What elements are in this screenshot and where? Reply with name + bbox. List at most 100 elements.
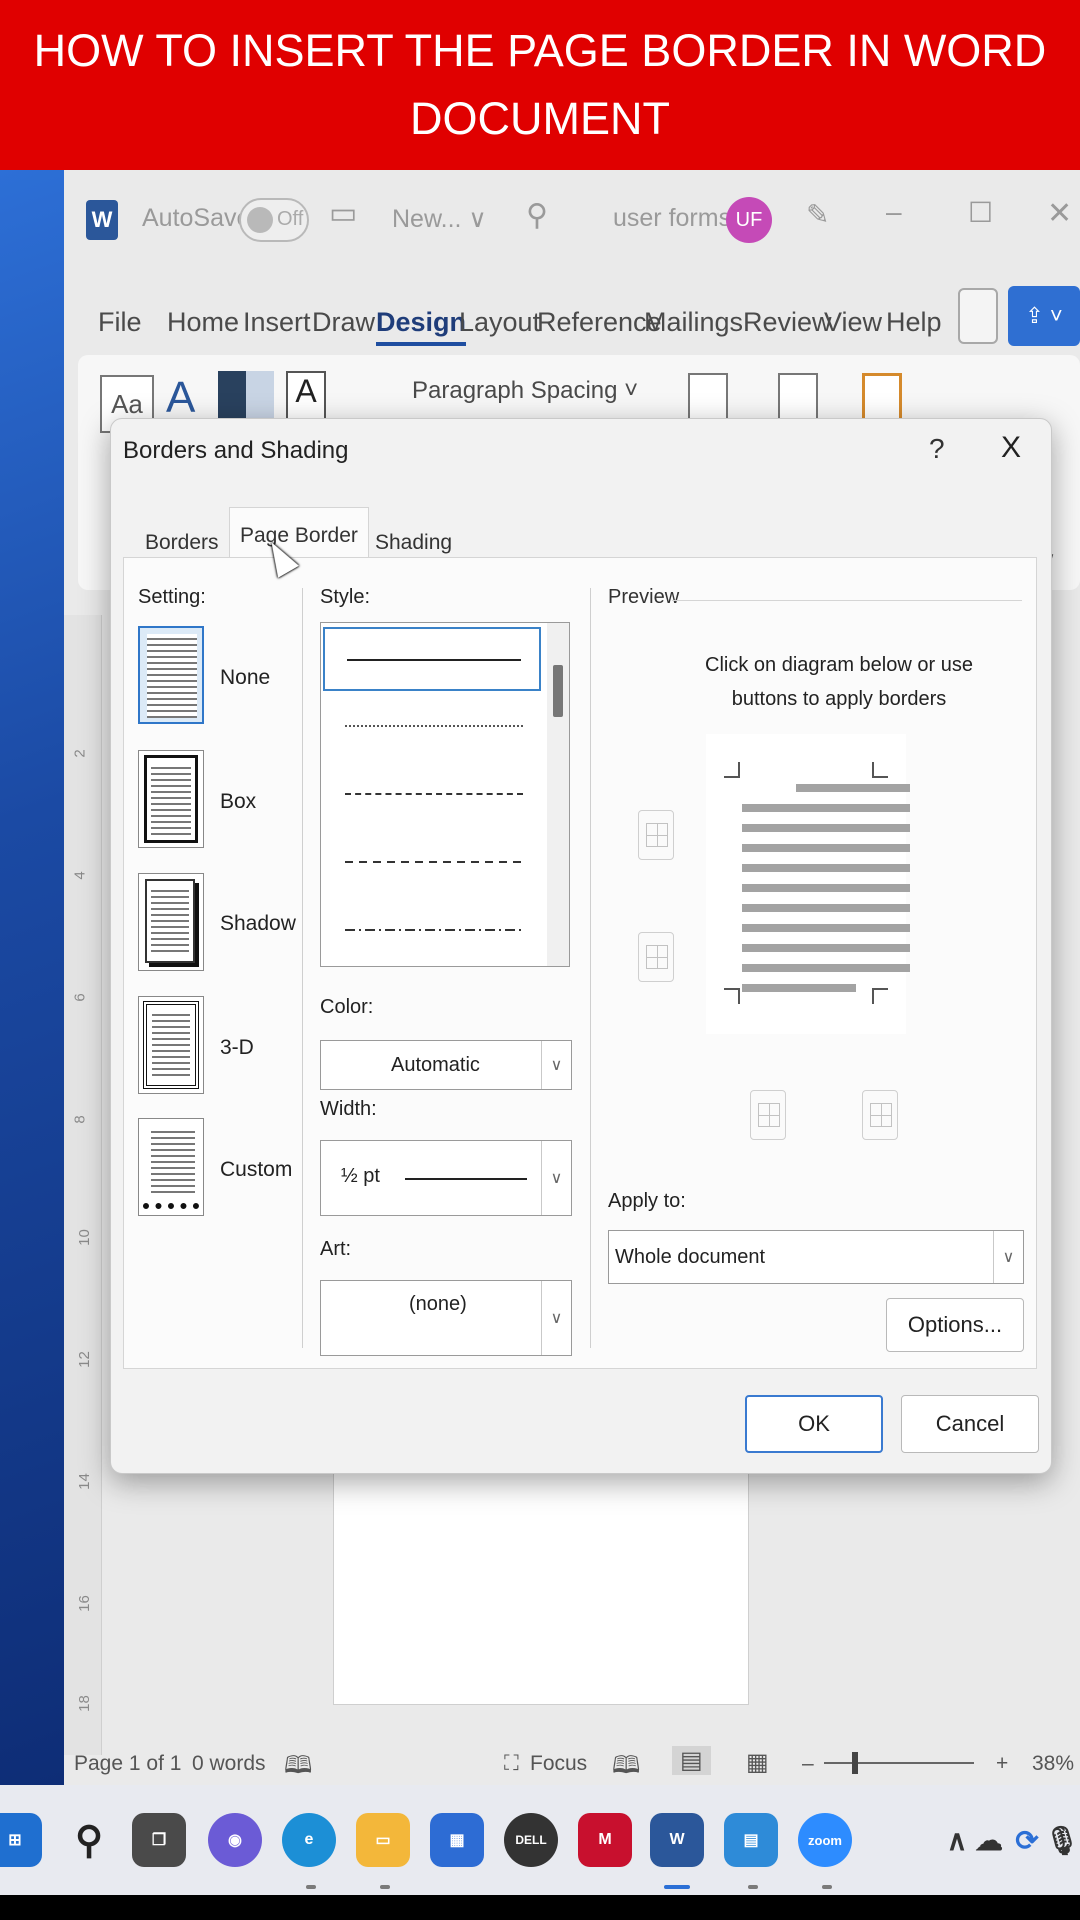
file-explorer-icon[interactable]: ▭ (356, 1813, 410, 1867)
style-item-solid[interactable] (323, 627, 541, 691)
apply-to-dropdown[interactable]: Whole document ∨ (608, 1230, 1024, 1284)
comments-button[interactable] (958, 288, 998, 344)
style-item-dotted[interactable] (323, 695, 541, 759)
pen-icon[interactable]: ✎ (806, 198, 829, 231)
account-text: user forms (613, 204, 732, 232)
search-icon[interactable]: ⚲ (62, 1813, 116, 1867)
avatar[interactable]: UF (726, 197, 772, 243)
notepad-icon[interactable]: ▤ (724, 1813, 778, 1867)
preview-text-line (742, 904, 910, 912)
zoom-slider[interactable] (824, 1762, 974, 1764)
tab-draw[interactable]: Draw (312, 307, 375, 338)
setting-none-thumbnail[interactable] (138, 626, 204, 724)
zoom-app-icon[interactable]: zoom (798, 1813, 852, 1867)
setting-shadow-thumbnail[interactable] (138, 873, 204, 971)
zoom-slider-thumb[interactable] (852, 1752, 858, 1774)
tab-page-border[interactable]: Page Border (229, 507, 369, 557)
help-button[interactable]: ? (929, 433, 945, 465)
top-border-button[interactable] (638, 810, 674, 860)
style-item-dense-dashed[interactable] (323, 763, 541, 827)
bottom-border-button[interactable] (638, 932, 674, 982)
start-icon[interactable]: ⊞ (0, 1813, 42, 1867)
tab-insert[interactable]: Insert (243, 307, 311, 338)
share-button[interactable]: ⇪ ˅ (1008, 286, 1080, 346)
focus-button[interactable]: Focus (530, 1752, 587, 1776)
store-icon[interactable]: ▦ (430, 1813, 484, 1867)
maximize-icon[interactable]: ☐ (968, 196, 993, 229)
right-border-button[interactable] (862, 1090, 898, 1140)
save-icon[interactable]: ▭ (329, 196, 357, 231)
preview-text-line (796, 784, 910, 792)
read-mode-icon[interactable]: 🕮 (612, 1748, 640, 1789)
setting-box-thumbnail[interactable] (138, 750, 204, 848)
tab-layout[interactable]: Layout (459, 307, 540, 338)
teams-icon[interactable]: ◉ (208, 1813, 262, 1867)
tab-borders[interactable]: Borders (135, 525, 229, 561)
style-scroll-thumb[interactable] (553, 665, 563, 717)
web-layout-icon[interactable]: ▦ (746, 1748, 769, 1777)
tab-mailings[interactable]: Mailings (644, 307, 743, 338)
tab-review[interactable]: Review (743, 307, 832, 338)
style-item-dashed[interactable] (323, 831, 541, 895)
autosave-toggle[interactable]: Off (239, 198, 309, 242)
tab-shading[interactable]: Shading (365, 525, 462, 561)
setting-3d-thumbnail[interactable] (138, 996, 204, 1094)
setting-box-label[interactable]: Box (220, 790, 256, 814)
ok-button[interactable]: OK (745, 1395, 883, 1453)
fonts-icon[interactable]: A (166, 373, 195, 423)
tab-design[interactable]: Design (376, 307, 467, 346)
width-dropdown[interactable]: ½ pt ∨ (320, 1140, 572, 1216)
page-count[interactable]: Page 1 of 1 (74, 1752, 181, 1776)
cancel-button[interactable]: Cancel (901, 1395, 1039, 1453)
tab-view[interactable]: View (824, 307, 882, 338)
tab-reference[interactable]: Reference (537, 307, 662, 338)
preview-diagram[interactable] (706, 734, 910, 1034)
toggle-knob (247, 207, 273, 233)
style-list[interactable] (320, 622, 570, 967)
style-label: Style: (320, 586, 371, 608)
edge-icon[interactable]: e (282, 1813, 336, 1867)
document-page[interactable] (333, 1470, 749, 1705)
art-dropdown[interactable]: (none) ∨ (320, 1280, 572, 1356)
vertical-ruler: 2 4 6 8 10 12 14 16 18 (64, 615, 102, 1755)
tab-file[interactable]: File (98, 307, 142, 338)
document-name[interactable]: New... ∨ (392, 204, 487, 234)
search-icon[interactable]: ⚲ (526, 198, 548, 233)
mcafee-icon[interactable]: M (578, 1813, 632, 1867)
chevron-down-icon: ∨ (541, 1041, 571, 1089)
zoom-out-icon[interactable]: – (802, 1752, 814, 1776)
focus-icon[interactable]: ⛶ (504, 1752, 519, 1776)
dell-icon[interactable]: DELL (504, 1813, 558, 1867)
close-dialog-button[interactable]: X (1001, 431, 1021, 465)
minimize-icon[interactable]: – (886, 196, 902, 228)
width-line-preview (405, 1178, 527, 1180)
word-taskbar-icon[interactable]: W (650, 1813, 704, 1867)
style-scrollbar[interactable] (547, 623, 569, 966)
left-border-button[interactable] (750, 1090, 786, 1140)
autosave-state: Off (277, 208, 304, 230)
ruler-mark: 8 (71, 1115, 89, 1124)
style-item-dash-dot[interactable] (323, 899, 541, 963)
art-label: Art: (320, 1238, 352, 1260)
word-count[interactable]: 0 words (192, 1752, 266, 1776)
ruler-mark: 4 (71, 871, 89, 880)
tab-help[interactable]: Help (886, 307, 942, 338)
tab-home[interactable]: Home (167, 307, 239, 338)
color-label: Color: (320, 996, 374, 1018)
setting-shadow-label[interactable]: Shadow (220, 912, 296, 936)
setting-custom-label[interactable]: Custom (220, 1158, 292, 1182)
color-dropdown[interactable]: Automatic ∨ (320, 1040, 572, 1090)
setting-custom-thumbnail[interactable] (138, 1118, 204, 1216)
zoom-in-icon[interactable]: + (996, 1752, 1008, 1776)
setting-none-label[interactable]: None (220, 666, 270, 690)
microphone-icon[interactable]: 🎙 (1044, 1813, 1080, 1867)
color-value: Automatic (391, 1054, 480, 1076)
zoom-level[interactable]: 38% (1032, 1752, 1074, 1776)
proofing-icon[interactable]: 🕮 (284, 1748, 312, 1789)
options-button[interactable]: Options... (886, 1298, 1024, 1352)
print-layout-icon[interactable]: ▤ (672, 1746, 711, 1775)
paragraph-spacing-button[interactable]: Paragraph Spacing ˅ (412, 377, 638, 405)
close-window-icon[interactable]: ✕ (1047, 196, 1072, 231)
task-view-icon[interactable]: ❐ (132, 1813, 186, 1867)
setting-3d-label[interactable]: 3-D (220, 1036, 254, 1060)
